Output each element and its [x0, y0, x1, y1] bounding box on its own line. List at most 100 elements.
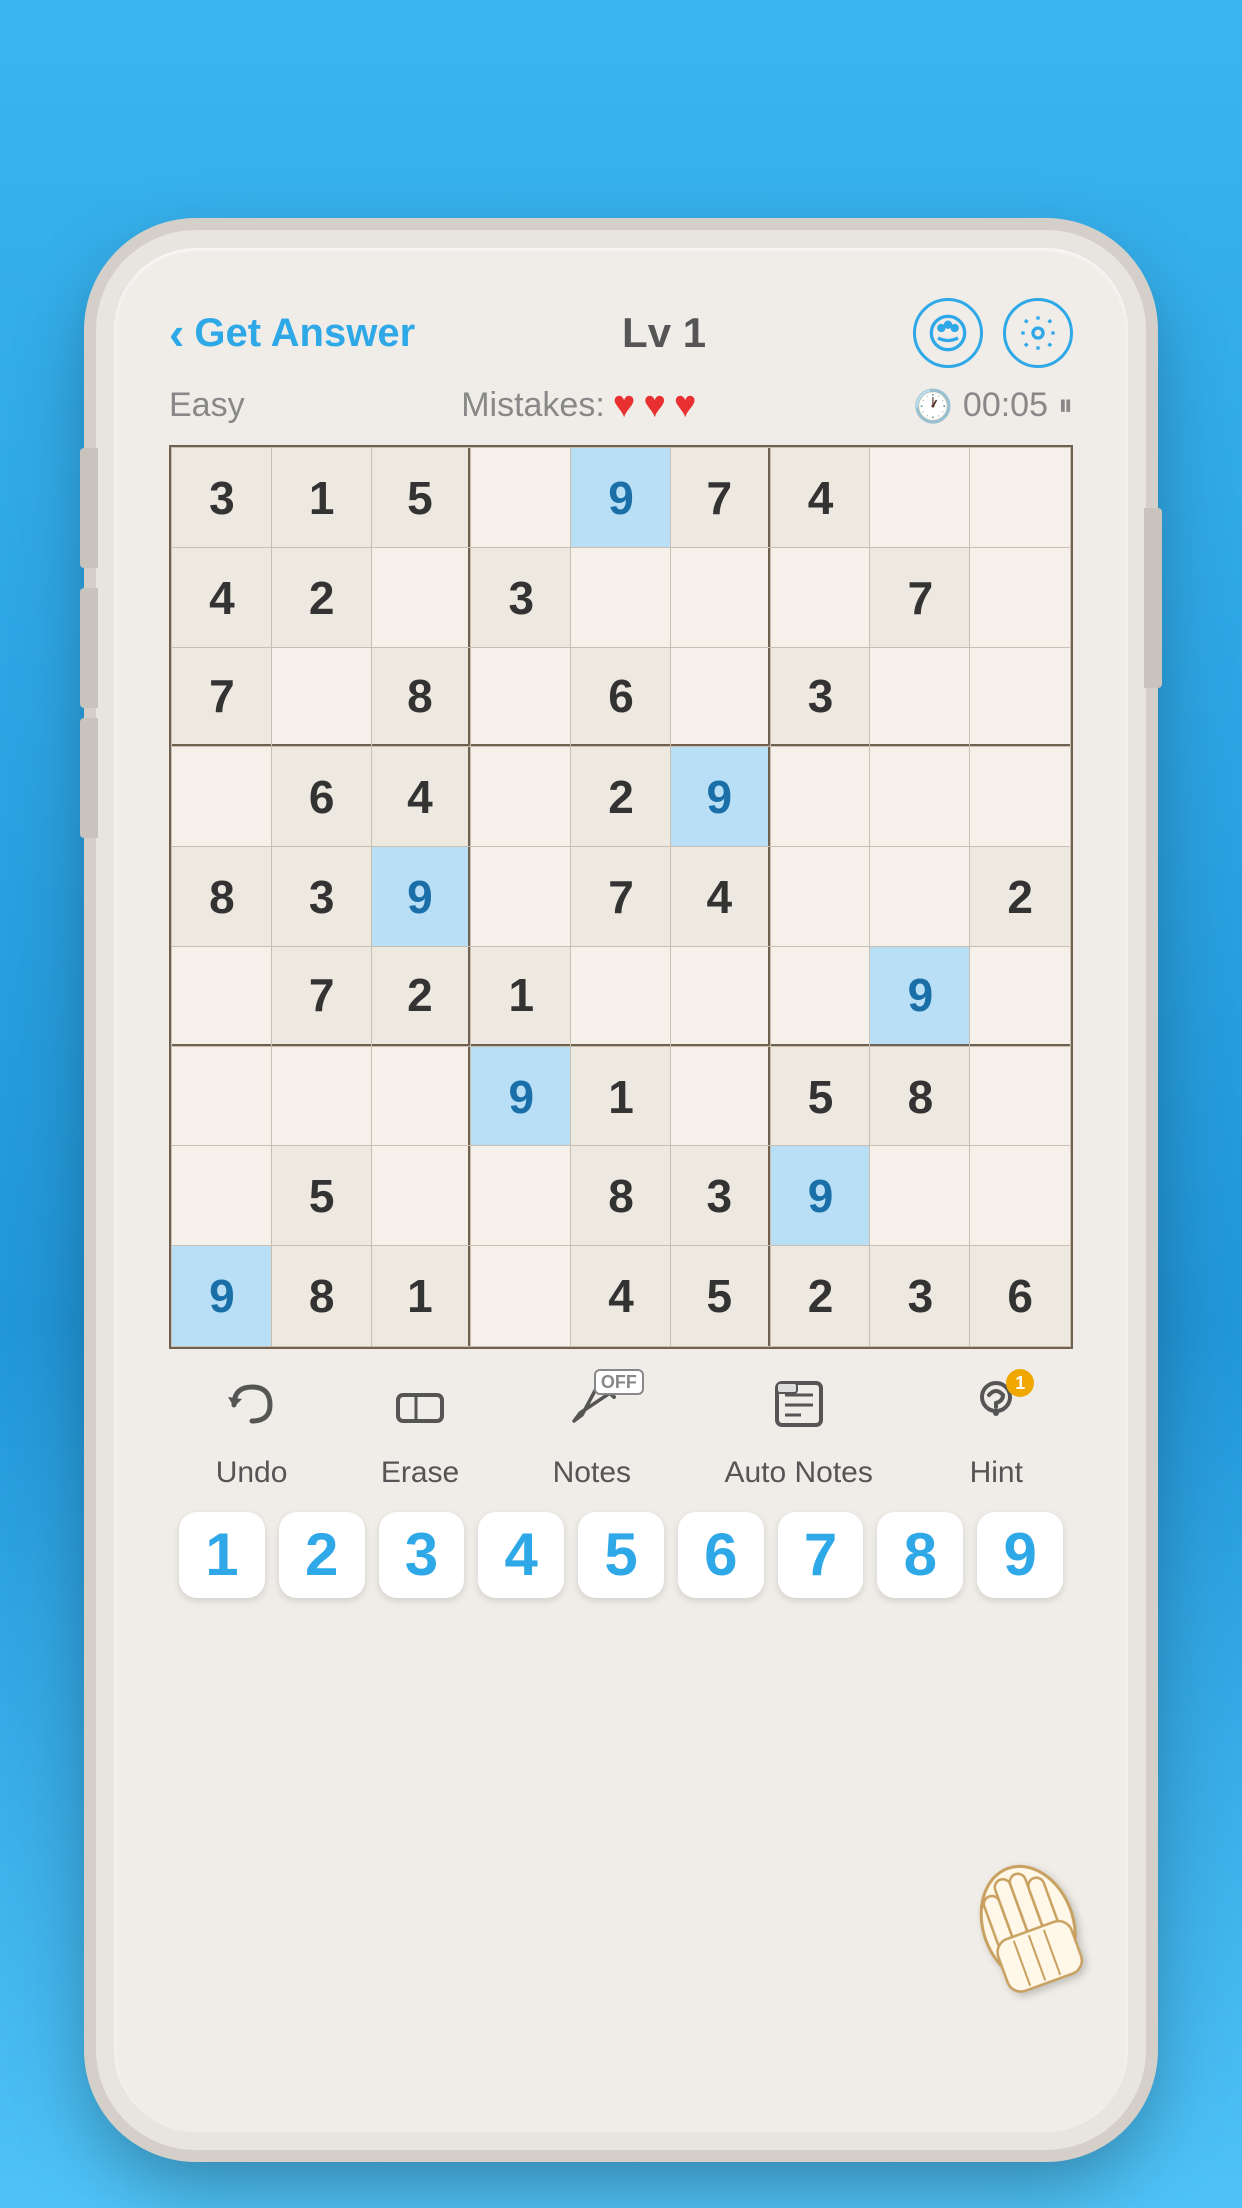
numpad-button-5[interactable]: 5	[578, 1512, 664, 1598]
sudoku-cell[interactable]	[771, 747, 871, 847]
sudoku-cell[interactable]	[771, 548, 871, 648]
sudoku-cell[interactable]: 4	[771, 448, 871, 548]
sudoku-cell[interactable]: 9	[870, 947, 970, 1047]
numpad-button-9[interactable]: 9	[977, 1512, 1063, 1598]
numpad-button-8[interactable]: 8	[877, 1512, 963, 1598]
sudoku-cell[interactable]	[870, 1146, 970, 1246]
sudoku-cell[interactable]: 3	[272, 847, 372, 947]
settings-button[interactable]	[1003, 298, 1073, 368]
sudoku-cell[interactable]	[471, 448, 571, 548]
sudoku-cell[interactable]	[471, 648, 571, 748]
sudoku-cell[interactable]: 5	[272, 1146, 372, 1246]
sudoku-cell[interactable]: 4	[172, 548, 272, 648]
sudoku-cell[interactable]	[372, 548, 472, 648]
sudoku-cell[interactable]: 2	[272, 548, 372, 648]
sudoku-cell[interactable]: 6	[272, 747, 372, 847]
sudoku-cell[interactable]: 7	[671, 448, 771, 548]
sudoku-cell[interactable]: 7	[870, 548, 970, 648]
numpad-button-4[interactable]: 4	[478, 1512, 564, 1598]
sudoku-cell[interactable]	[272, 1047, 372, 1147]
sudoku-cell[interactable]	[471, 1146, 571, 1246]
sudoku-cell[interactable]	[671, 1047, 771, 1147]
sudoku-cell[interactable]: 9	[771, 1146, 871, 1246]
sudoku-cell[interactable]: 6	[970, 1246, 1070, 1346]
sudoku-cell[interactable]: 3	[671, 1146, 771, 1246]
sudoku-cell[interactable]: 8	[172, 847, 272, 947]
sudoku-cell[interactable]: 9	[571, 448, 671, 548]
sudoku-cell[interactable]: 1	[571, 1047, 671, 1147]
sudoku-cell[interactable]: 7	[172, 648, 272, 748]
sudoku-cell[interactable]: 9	[172, 1246, 272, 1346]
sudoku-cell[interactable]: 4	[571, 1246, 671, 1346]
numpad-button-6[interactable]: 6	[678, 1512, 764, 1598]
sudoku-cell[interactable]: 8	[571, 1146, 671, 1246]
sudoku-cell[interactable]	[471, 1246, 571, 1346]
numpad-button-3[interactable]: 3	[379, 1512, 465, 1598]
sudoku-cell[interactable]: 2	[372, 947, 472, 1047]
sudoku-cell[interactable]: 1	[372, 1246, 472, 1346]
sudoku-cell[interactable]: 3	[771, 648, 871, 748]
sudoku-cell[interactable]: 5	[372, 448, 472, 548]
sudoku-cell[interactable]	[970, 548, 1070, 648]
sudoku-cell[interactable]: 9	[372, 847, 472, 947]
sudoku-cell[interactable]: 6	[571, 648, 671, 748]
pause-icon[interactable]: ⏸	[1058, 389, 1073, 423]
palette-button[interactable]	[913, 298, 983, 368]
numpad-button-7[interactable]: 7	[778, 1512, 864, 1598]
sudoku-cell[interactable]	[272, 648, 372, 748]
sudoku-cell[interactable]	[970, 947, 1070, 1047]
sudoku-cell[interactable]: 5	[771, 1047, 871, 1147]
mistakes-section: Mistakes: ♥ ♥ ♥	[461, 384, 696, 427]
sudoku-cell[interactable]	[571, 548, 671, 648]
hint-button[interactable]: 1 Hint	[966, 1377, 1026, 1490]
sudoku-cell[interactable]	[172, 1047, 272, 1147]
sudoku-cell[interactable]: 3	[870, 1246, 970, 1346]
sudoku-cell[interactable]: 7	[272, 947, 372, 1047]
sudoku-cell[interactable]	[471, 847, 571, 947]
sudoku-cell[interactable]: 5	[671, 1246, 771, 1346]
sudoku-cell[interactable]	[372, 1146, 472, 1246]
sudoku-cell[interactable]	[172, 1146, 272, 1246]
sudoku-cell[interactable]	[571, 947, 671, 1047]
sudoku-cell[interactable]	[671, 648, 771, 748]
sudoku-cell[interactable]	[471, 747, 571, 847]
sudoku-cell[interactable]	[870, 847, 970, 947]
sudoku-cell[interactable]	[870, 448, 970, 548]
back-button[interactable]: ‹ Get Answer	[169, 310, 415, 356]
sudoku-cell[interactable]	[970, 747, 1070, 847]
undo-button[interactable]: Undo	[216, 1377, 288, 1490]
sudoku-cell[interactable]: 9	[471, 1047, 571, 1147]
sudoku-cell[interactable]	[970, 1146, 1070, 1246]
sudoku-cell[interactable]: 8	[372, 648, 472, 748]
sudoku-cell[interactable]	[671, 947, 771, 1047]
sudoku-cell[interactable]	[870, 747, 970, 847]
sudoku-cell[interactable]	[172, 947, 272, 1047]
sudoku-cell[interactable]: 1	[471, 947, 571, 1047]
sudoku-cell[interactable]	[870, 648, 970, 748]
sudoku-cell[interactable]: 3	[471, 548, 571, 648]
sudoku-cell[interactable]	[970, 448, 1070, 548]
numpad-button-1[interactable]: 1	[179, 1512, 265, 1598]
auto-notes-button[interactable]: Auto Notes	[724, 1377, 872, 1490]
numpad-button-2[interactable]: 2	[279, 1512, 365, 1598]
sudoku-cell[interactable]	[970, 648, 1070, 748]
sudoku-cell[interactable]: 7	[571, 847, 671, 947]
sudoku-cell[interactable]	[372, 1047, 472, 1147]
notes-button[interactable]: OFF Notes	[553, 1377, 631, 1490]
sudoku-cell[interactable]: 8	[272, 1246, 372, 1346]
sudoku-cell[interactable]	[771, 847, 871, 947]
sudoku-cell[interactable]: 9	[671, 747, 771, 847]
sudoku-cell[interactable]: 1	[272, 448, 372, 548]
sudoku-cell[interactable]: 8	[870, 1047, 970, 1147]
sudoku-cell[interactable]	[771, 947, 871, 1047]
sudoku-cell[interactable]: 3	[172, 448, 272, 548]
sudoku-cell[interactable]	[970, 1047, 1070, 1147]
sudoku-cell[interactable]	[671, 548, 771, 648]
sudoku-cell[interactable]: 4	[671, 847, 771, 947]
sudoku-cell[interactable]	[172, 747, 272, 847]
sudoku-cell[interactable]: 2	[771, 1246, 871, 1346]
sudoku-cell[interactable]: 2	[970, 847, 1070, 947]
sudoku-cell[interactable]: 4	[372, 747, 472, 847]
sudoku-cell[interactable]: 2	[571, 747, 671, 847]
erase-button[interactable]: Erase	[381, 1377, 459, 1490]
